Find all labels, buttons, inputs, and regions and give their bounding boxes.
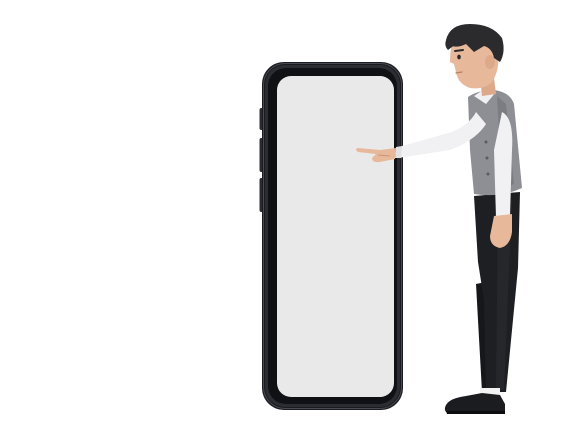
phone-screen [277, 76, 394, 397]
scene [0, 0, 577, 433]
smartphone-icon [259, 62, 403, 410]
illustration [259, 24, 522, 414]
